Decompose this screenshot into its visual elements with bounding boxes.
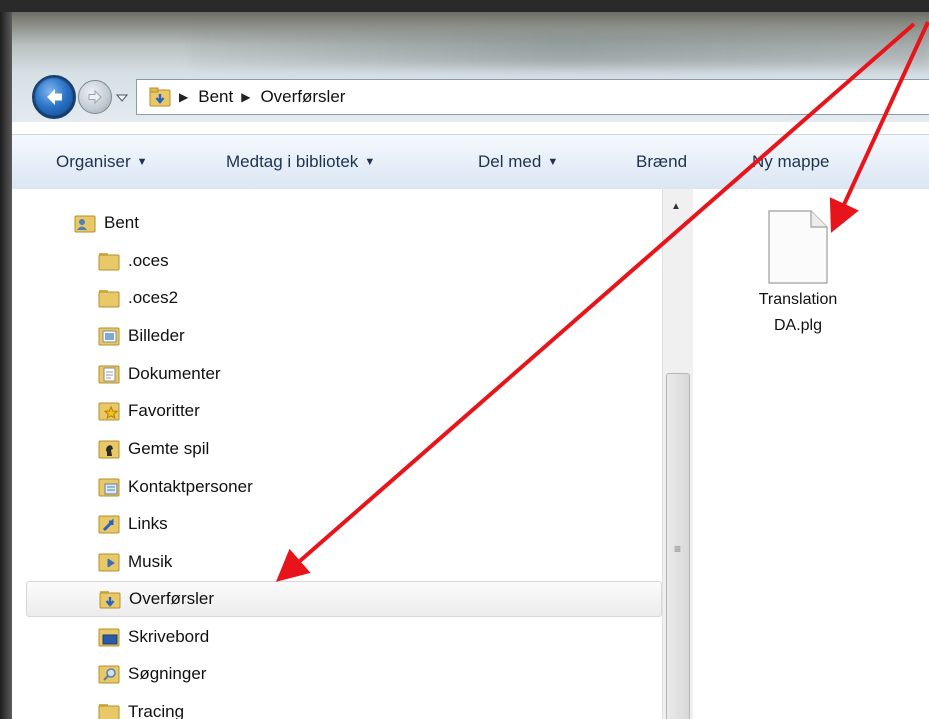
organize-label: Organiser	[56, 152, 131, 171]
folder-icon	[98, 704, 120, 719]
caret-down-icon: ▼	[364, 156, 376, 168]
tree-label: Tracing	[128, 702, 185, 719]
arrow-left-icon	[47, 89, 62, 105]
tree-item-musik[interactable]: Musik	[98, 544, 748, 580]
caret-down-icon: ▼	[136, 156, 148, 168]
folder-icon	[98, 290, 120, 308]
desktop-folder-icon	[98, 628, 120, 647]
tree-item-gemte-spil[interactable]: Gemte spil	[98, 431, 748, 467]
file-item[interactable]: Translation DA.plg	[723, 209, 873, 337]
burn-button[interactable]: Brænd	[636, 152, 687, 172]
share-with-label: Del med	[478, 152, 542, 171]
blurred-title-region	[192, 32, 929, 68]
tree-label: .oces	[128, 251, 169, 270]
downloads-folder-icon	[99, 591, 121, 609]
breadcrumb-separator-icon[interactable]: ▶	[241, 90, 250, 104]
tree-label: Bent	[104, 213, 139, 232]
saved-games-folder-icon	[98, 440, 120, 459]
screen-bezel-left	[0, 0, 12, 719]
contacts-folder-icon	[98, 478, 120, 497]
include-library-label: Medtag i bibliotek	[226, 152, 359, 171]
favorites-folder-icon	[98, 402, 120, 421]
caret-down-icon: ▼	[547, 156, 559, 168]
tree-item-tracing[interactable]: Tracing	[98, 694, 748, 719]
tree-label: .oces2	[128, 288, 179, 307]
tree-label: Søgninger	[128, 664, 207, 683]
breadcrumb-bent[interactable]: Bent	[198, 87, 233, 107]
tree-item-dokumenter[interactable]: Dokumenter	[98, 356, 748, 392]
tree-label: Gemte spil	[128, 439, 210, 458]
grip-icon: ≡	[674, 542, 682, 556]
tree-item-sogninger[interactable]: Søgninger	[98, 656, 748, 692]
file-name-line2: DA.plg	[773, 317, 823, 334]
tree-label: Musik	[128, 552, 173, 571]
tree-item-overforsler[interactable]: Overførsler	[26, 581, 662, 617]
blank-file-icon	[768, 210, 828, 284]
command-bar: Organiser ▼ Medtag i bibliotek ▼ Del med ▼ …	[12, 134, 929, 190]
tree-label: Overførsler	[129, 589, 214, 608]
title-bar: ▶ Bent ▶ Overførsler	[12, 12, 929, 122]
arrow-right-icon	[88, 89, 102, 105]
explorer-window: ▶ Bent ▶ Overførsler Organiser ▼ Medtag i…	[12, 12, 929, 719]
file-name-line1: Translation	[758, 291, 838, 308]
tree-item-links[interactable]: Links	[98, 506, 748, 542]
address-bar[interactable]: ▶ Bent ▶ Overførsler	[136, 79, 929, 115]
navigation-pane: Bent .oces .oces2 Billeder Dokumenter Fa…	[12, 189, 678, 719]
tree-item-skrivebord[interactable]: Skrivebord	[98, 619, 748, 655]
pictures-folder-icon	[98, 327, 120, 346]
organize-button[interactable]: Organiser ▼	[56, 152, 148, 172]
tree-label: Billeder	[128, 326, 185, 345]
tree-item-kontaktpersoner[interactable]: Kontaktpersoner	[98, 469, 748, 505]
tree-item-billeder[interactable]: Billeder	[98, 318, 748, 354]
breadcrumb-separator-icon[interactable]: ▶	[179, 90, 188, 104]
downloads-folder-icon	[149, 87, 171, 107]
include-in-library-button[interactable]: Medtag i bibliotek ▼	[226, 152, 375, 172]
breadcrumb-downloads[interactable]: Overførsler	[260, 87, 345, 107]
share-with-button[interactable]: Del med ▼	[478, 152, 558, 172]
tree-item-bent[interactable]: Bent	[74, 205, 724, 241]
back-button[interactable]	[32, 75, 76, 119]
links-folder-icon	[98, 515, 120, 534]
recent-pages-dropdown[interactable]	[116, 92, 128, 104]
tree-label: Dokumenter	[128, 364, 221, 383]
screen-bezel-top	[0, 0, 929, 12]
tree-label: Kontaktpersoner	[128, 477, 253, 496]
scroll-up-arrow-icon[interactable]: ▲	[671, 201, 681, 212]
navigation-scrollbar[interactable]: ▲ ≡	[662, 189, 693, 719]
searches-folder-icon	[98, 665, 120, 684]
tree-item-oces[interactable]: .oces	[98, 243, 748, 279]
folder-icon	[98, 253, 120, 271]
file-list: Translation DA.plg	[693, 189, 929, 719]
tree-label: Favoritter	[128, 401, 200, 420]
music-folder-icon	[98, 553, 120, 572]
documents-folder-icon	[98, 365, 120, 384]
tree-label: Links	[128, 514, 168, 533]
scroll-thumb[interactable]: ≡	[666, 373, 690, 719]
tree-label: Skrivebord	[128, 627, 210, 646]
forward-button[interactable]	[78, 80, 112, 114]
tree-item-favoritter[interactable]: Favoritter	[98, 393, 748, 429]
tree-item-oces2[interactable]: .oces2	[98, 280, 748, 316]
user-folder-icon	[74, 215, 96, 233]
new-folder-button[interactable]: Ny mappe	[752, 152, 829, 172]
